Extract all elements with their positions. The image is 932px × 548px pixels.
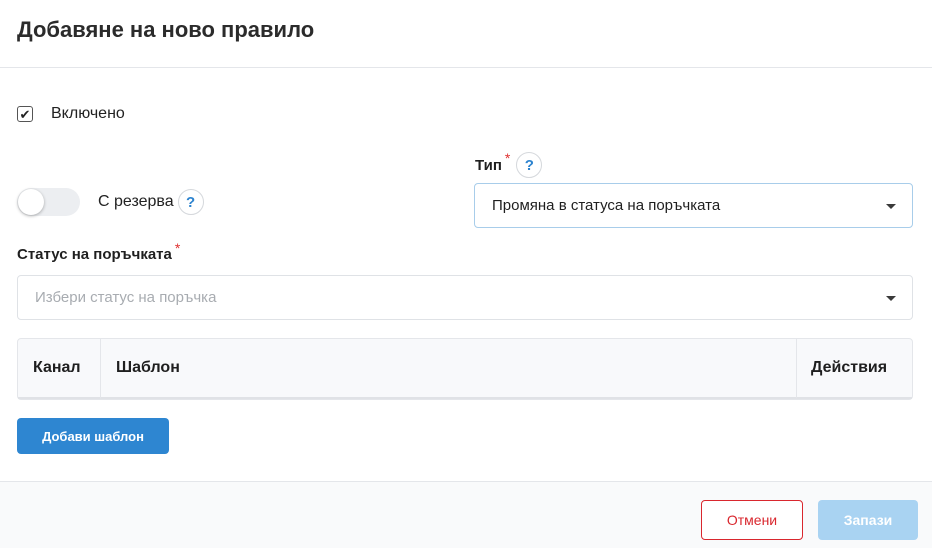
- type-select[interactable]: Промяна в статуса на поръчката: [474, 183, 913, 228]
- cancel-button[interactable]: Отмени: [701, 500, 803, 540]
- reserve-help-icon[interactable]: ?: [177, 189, 204, 215]
- order-status-field-label: Статус на поръчката *: [17, 240, 180, 264]
- order-status-placeholder: Избери статус на поръчка: [35, 289, 217, 306]
- column-header-template: Шаблон: [101, 339, 796, 399]
- reserve-toggle-row: С резерва ?: [17, 186, 204, 218]
- column-header-channel: Канал: [18, 339, 101, 399]
- save-button[interactable]: Запази: [818, 500, 918, 540]
- modal-title: Добавяне на ново правило: [17, 17, 315, 42]
- type-required-mark: *: [504, 150, 511, 166]
- column-header-actions: Действия: [796, 339, 912, 399]
- order-status-required-mark: *: [174, 239, 181, 256]
- templates-table: Канал Шаблон Действия: [17, 338, 913, 400]
- order-status-label-text: Статус на поръчката: [17, 246, 172, 263]
- caret-down-icon: [886, 204, 896, 209]
- type-field-label: Тип * ?: [475, 150, 543, 178]
- add-template-button[interactable]: Добави шаблон: [17, 418, 169, 454]
- type-label-text: Тип: [475, 156, 502, 174]
- enabled-checkbox[interactable]: ✔: [17, 106, 33, 122]
- reserve-toggle[interactable]: [17, 188, 80, 216]
- enabled-checkbox-label: Включено: [51, 105, 125, 122]
- enabled-checkbox-row[interactable]: ✔ Включено: [17, 103, 125, 125]
- reserve-toggle-label: С резерва: [98, 193, 174, 210]
- checkmark-icon: ✔: [19, 106, 31, 122]
- order-status-select[interactable]: Избери статус на поръчка: [17, 275, 913, 320]
- toggle-knob: [18, 189, 44, 215]
- type-select-value: Промяна в статуса на поръчката: [492, 197, 721, 214]
- caret-down-icon: [886, 296, 896, 301]
- type-help-icon[interactable]: ?: [516, 152, 543, 178]
- modal-header: Добавяне на ново правило: [0, 0, 932, 68]
